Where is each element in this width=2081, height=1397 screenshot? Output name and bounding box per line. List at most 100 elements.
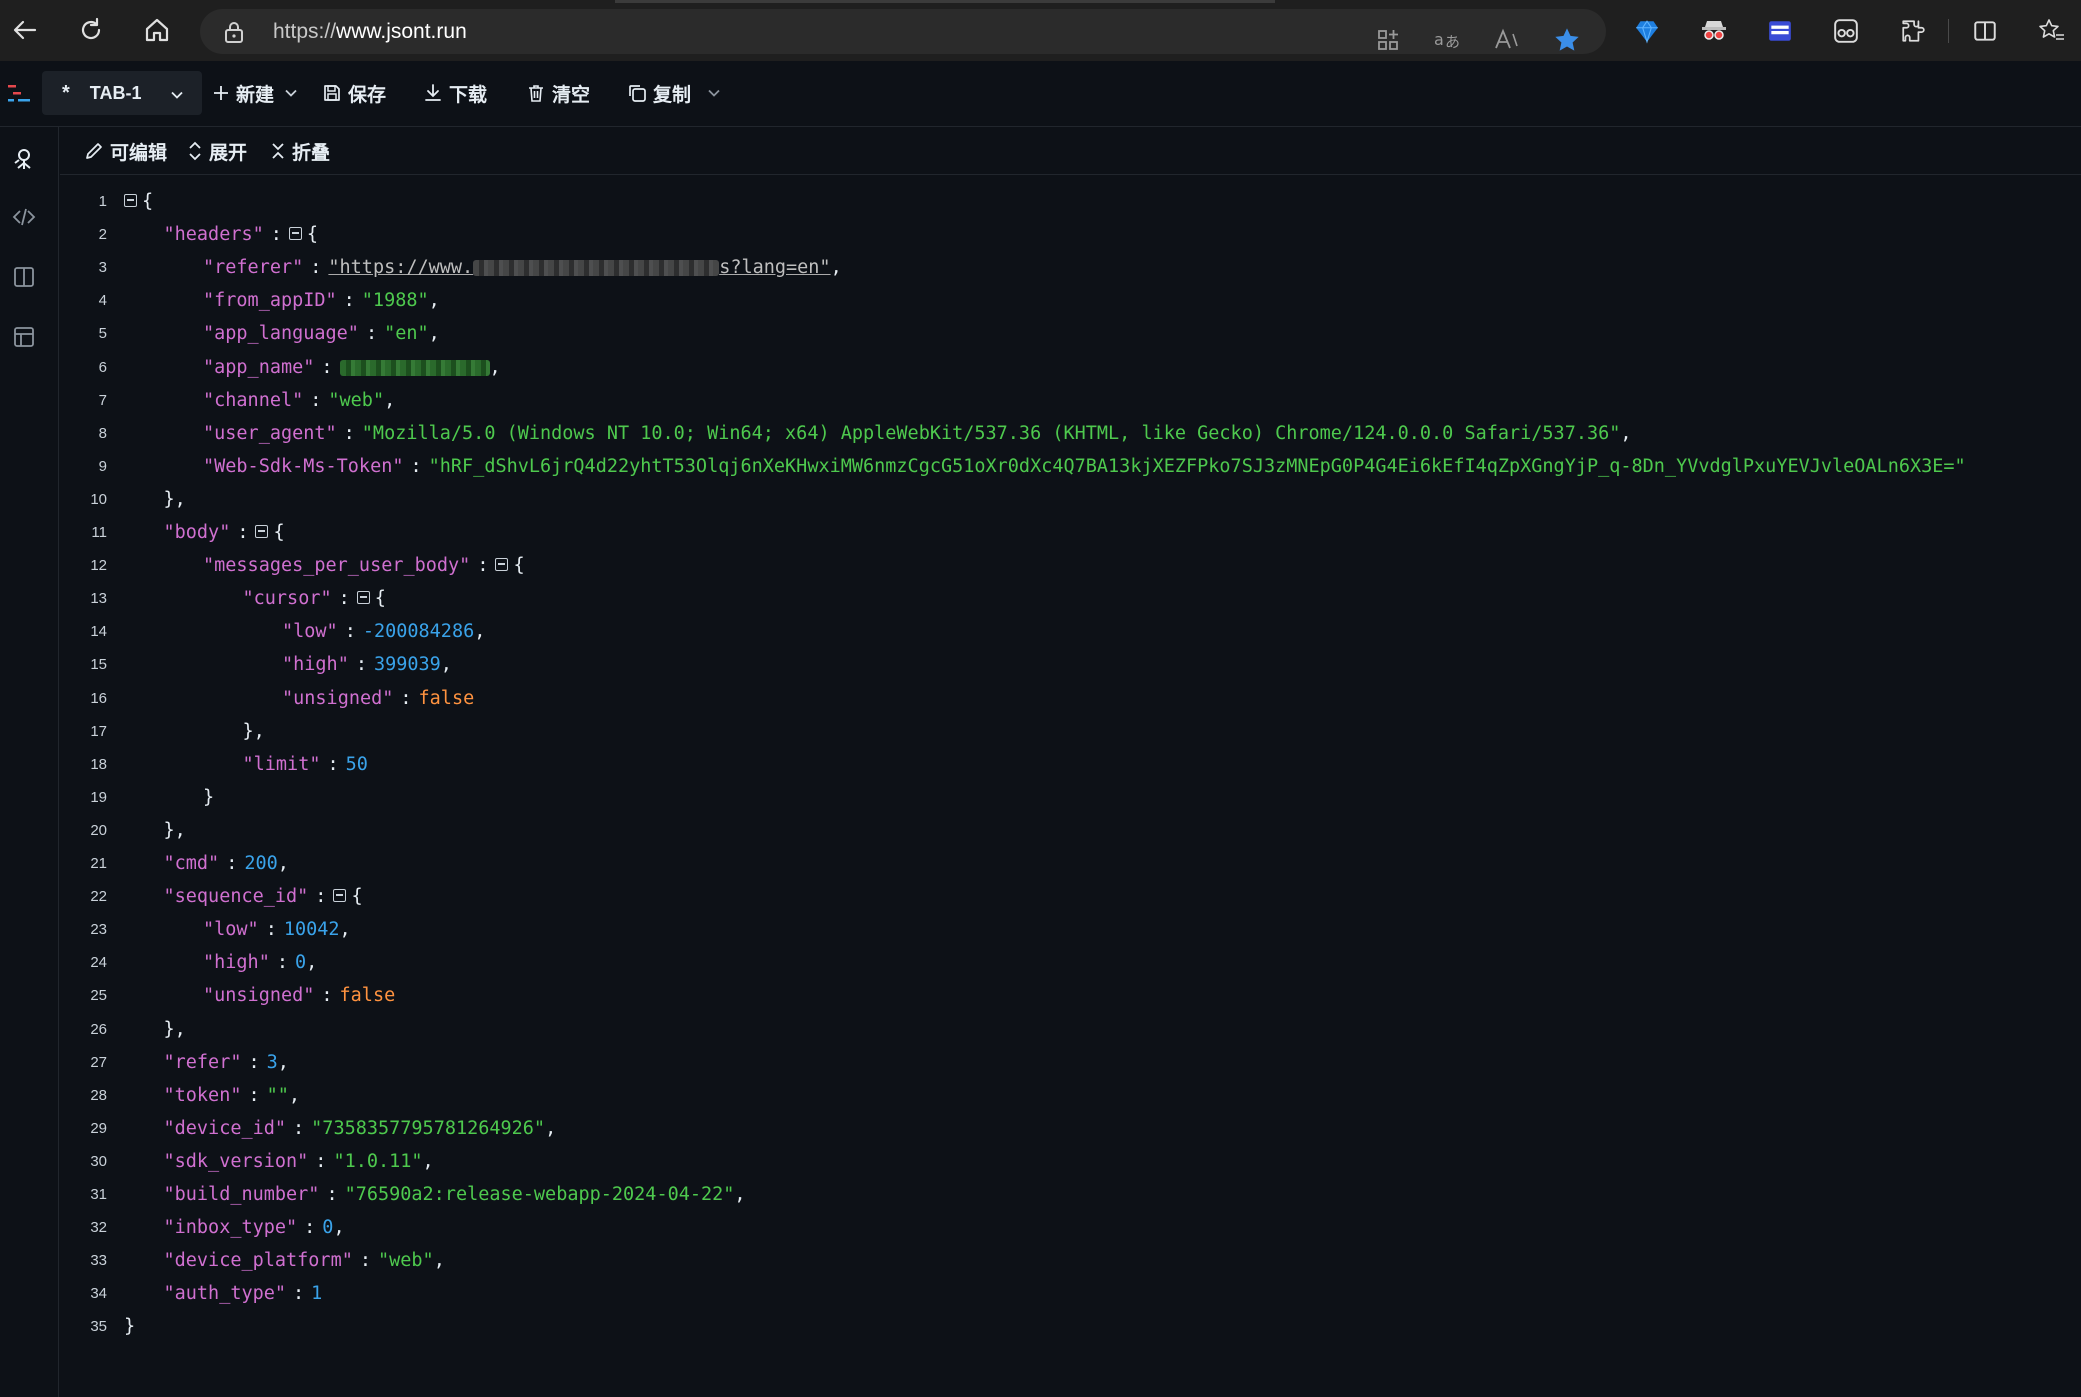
json-key[interactable]: "low" (203, 919, 259, 940)
json-value[interactable]: false (340, 985, 396, 1006)
collapse-all-button[interactable]: 折叠 (270, 137, 330, 165)
lock-icon[interactable] (224, 20, 244, 49)
collapse-toggle-icon[interactable] (356, 590, 370, 604)
json-value[interactable]: 3 (267, 1052, 278, 1073)
json-line[interactable]: 12 "messages_per_user_body": { (60, 549, 2081, 582)
json-value[interactable]: "en" (384, 323, 429, 344)
face-extension-icon[interactable] (1829, 14, 1863, 48)
json-key[interactable]: "auth_type" (164, 1283, 287, 1304)
json-value[interactable]: 200 (244, 853, 277, 874)
json-line[interactable]: 3 "referer": "https://www. s?lang=en", (60, 251, 2081, 284)
copy-dropdown-chevron-icon[interactable] (707, 86, 721, 105)
new-button[interactable]: 新建 (212, 71, 274, 115)
new-dropdown-chevron-icon[interactable] (284, 86, 298, 105)
json-line[interactable]: 29 "device_id": "7358357795781264926", (60, 1112, 2081, 1145)
split-view-icon[interactable] (12, 265, 36, 289)
json-line[interactable]: 1{ (60, 185, 2081, 218)
json-key[interactable]: "from_appID" (203, 290, 337, 311)
tree-view-icon[interactable] (12, 147, 36, 171)
json-line[interactable]: 5 "app_language": "en", (60, 317, 2081, 350)
json-value[interactable]: 1 (311, 1283, 322, 1304)
table-view-icon[interactable] (12, 325, 36, 349)
json-line[interactable]: 26}, (60, 1013, 2081, 1046)
json-line[interactable]: 16 "unsigned": false (60, 682, 2081, 715)
puzzle-extensions-icon[interactable] (1896, 14, 1930, 48)
json-key[interactable]: "limit" (243, 754, 321, 775)
json-line[interactable]: 11 "body": { (60, 516, 2081, 549)
json-line[interactable]: 9 "Web-Sdk-Ms-Token": "hRF_dShvL6jrQ4d22yh… (60, 450, 2081, 483)
json-key[interactable]: "Web-Sdk-Ms-Token" (203, 456, 403, 477)
json-line[interactable]: 2 "headers": { (60, 218, 2081, 251)
copy-button[interactable]: 复制 (627, 71, 691, 115)
json-key[interactable]: "inbox_type" (164, 1217, 298, 1238)
collapse-toggle-icon[interactable] (255, 524, 269, 538)
json-line[interactable]: 15 "high":399039, (60, 648, 2081, 681)
favorite-star-icon[interactable] (1550, 23, 1584, 57)
json-line[interactable]: 18 "limit":50 (60, 748, 2081, 781)
json-key[interactable]: "referer" (203, 257, 303, 278)
json-key[interactable]: "cmd" (164, 853, 220, 874)
home-icon[interactable] (137, 10, 177, 50)
read-aloud-icon[interactable] (1490, 23, 1524, 57)
json-value[interactable]: "7358357795781264926" (311, 1118, 545, 1139)
tab-1[interactable]: * TAB-1 (42, 71, 202, 115)
collapse-toggle-icon[interactable] (495, 557, 509, 571)
json-line[interactable]: 24 "high":0, (60, 946, 2081, 979)
json-value[interactable]: -200084286 (363, 621, 474, 642)
json-line[interactable]: 28 "token": "", (60, 1079, 2081, 1112)
json-line[interactable]: 33 "device_platform": "web", (60, 1244, 2081, 1277)
json-key[interactable]: "device_platform" (164, 1250, 353, 1271)
json-value[interactable]: "hRF_dShvL6jrQ4d22yhtT53Olqj6nXeKHwxiMW6… (429, 456, 1966, 477)
json-value[interactable]: 10042 (284, 919, 340, 940)
json-line[interactable]: 6 "app_name":, (60, 351, 2081, 384)
json-key[interactable]: "unsigned" (203, 985, 314, 1006)
editable-toggle-button[interactable]: 可编辑 (84, 137, 167, 165)
apps-icon[interactable] (1371, 23, 1405, 57)
expand-all-button[interactable]: 展开 (187, 137, 247, 165)
json-line[interactable]: 14 "low": -200084286, (60, 615, 2081, 648)
json-line[interactable]: 17}, (60, 715, 2081, 748)
json-key[interactable]: "user_agent" (203, 423, 337, 444)
collapse-toggle-icon[interactable] (124, 193, 137, 207)
json-key[interactable]: "device_id" (164, 1118, 287, 1139)
json-line[interactable]: 32 "inbox_type":0, (60, 1211, 2081, 1244)
json-key[interactable]: "messages_per_user_body" (203, 555, 470, 576)
panel-extension-icon[interactable] (1763, 14, 1797, 48)
gem-extension-icon[interactable] (1630, 14, 1664, 48)
spy-extension-icon[interactable] (1697, 14, 1731, 48)
address-bar[interactable]: https://www.jsont.run aあ (200, 9, 1606, 54)
favorites-icon[interactable] (2035, 14, 2069, 48)
json-key[interactable]: "body" (164, 522, 231, 543)
json-key[interactable]: "refer" (164, 1052, 242, 1073)
json-value[interactable]: 399039 (374, 654, 441, 675)
json-line[interactable]: 30 "sdk_version": "1.0.11", (60, 1145, 2081, 1178)
split-screen-icon[interactable] (1968, 14, 2002, 48)
json-line[interactable]: 8 "user_agent": "Mozilla/5.0 (Windows NT 1… (60, 417, 2081, 450)
json-line[interactable]: 13 "cursor": { (60, 582, 2081, 615)
json-line[interactable]: 10}, (60, 483, 2081, 516)
json-url-value[interactable]: "https://www. s?lang=en" (328, 257, 830, 278)
json-key[interactable]: "token" (164, 1085, 242, 1106)
json-key[interactable]: "high" (282, 654, 349, 675)
json-key[interactable]: "app_name" (203, 357, 314, 378)
json-key[interactable]: "unsigned" (282, 688, 393, 709)
app-logo-icon[interactable] (8, 83, 30, 110)
json-key[interactable]: "headers" (164, 224, 264, 245)
collapse-toggle-icon[interactable] (333, 888, 347, 902)
json-line[interactable]: 4 "from_appID": "1988", (60, 284, 2081, 317)
json-value[interactable]: "web" (328, 390, 384, 411)
download-button[interactable]: 下载 (423, 71, 487, 115)
json-key[interactable]: "app_language" (203, 323, 359, 344)
json-line[interactable]: 35} (60, 1310, 2081, 1343)
json-line[interactable]: 19} (60, 781, 2081, 814)
json-value[interactable]: 50 (346, 754, 368, 775)
json-value[interactable]: "1988" (362, 290, 429, 311)
json-key[interactable]: "low" (282, 621, 338, 642)
json-value[interactable]: "" (267, 1085, 289, 1106)
save-button[interactable]: 保存 (322, 71, 386, 115)
code-view-icon[interactable] (12, 205, 36, 229)
json-line[interactable]: 22 "sequence_id": { (60, 880, 2081, 913)
json-line[interactable]: 20}, (60, 814, 2081, 847)
json-value[interactable]: "web" (378, 1250, 434, 1271)
json-value[interactable]: 0 (322, 1217, 333, 1238)
